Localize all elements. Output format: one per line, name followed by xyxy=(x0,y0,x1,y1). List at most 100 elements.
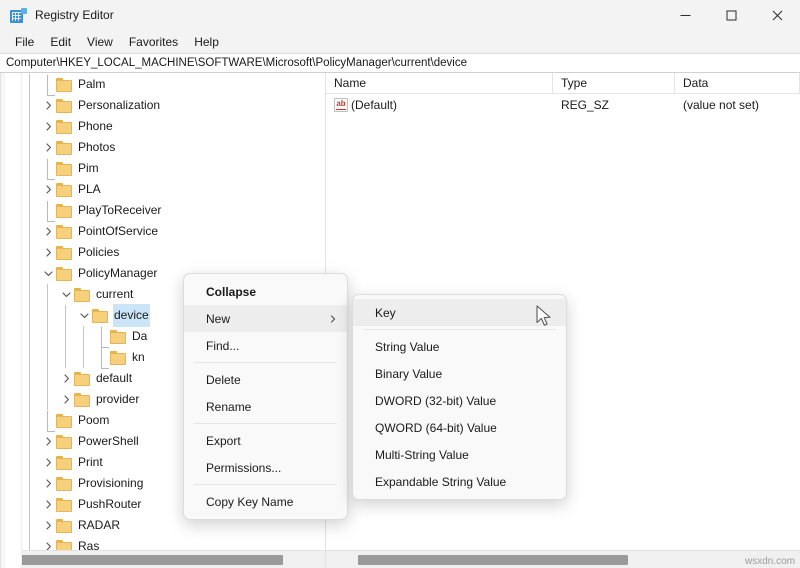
chevron-down-icon[interactable] xyxy=(40,269,56,278)
submenu-item-string-value[interactable]: String Value xyxy=(353,333,566,360)
chevron-right-icon[interactable] xyxy=(40,143,56,152)
close-button[interactable] xyxy=(754,0,800,31)
chevron-right-icon[interactable] xyxy=(40,101,56,110)
menu-favorites[interactable]: Favorites xyxy=(121,32,186,52)
values-scroll-thumb[interactable] xyxy=(358,555,628,565)
tree-scroll-thumb[interactable] xyxy=(18,555,283,565)
tree-item-label: Phone xyxy=(78,119,113,133)
menu-item-label: DWORD (32-bit) Value xyxy=(375,393,497,408)
menu-help[interactable]: Help xyxy=(186,32,227,52)
chevron-right-icon[interactable] xyxy=(40,248,56,257)
chevron-right-icon[interactable] xyxy=(40,542,56,550)
tree-guide-line xyxy=(29,326,30,347)
chevron-right-icon[interactable] xyxy=(40,227,56,236)
submenu-item-multi-string-value[interactable]: Multi-String Value xyxy=(353,441,566,468)
tree-item-pointofservice[interactable]: PointOfService xyxy=(0,221,325,242)
tree-item-label: default xyxy=(96,371,133,385)
tree-item-label: Poom xyxy=(78,413,110,427)
tree-item-playtoreceiver[interactable]: PlayToReceiver xyxy=(0,200,325,222)
submenu-item-expandable-string-value[interactable]: Expandable String Value xyxy=(353,468,566,495)
menu-edit[interactable]: Edit xyxy=(42,32,79,52)
folder-icon xyxy=(56,140,73,155)
values-horizontal-scrollbar[interactable] xyxy=(326,550,800,568)
tree-item-photos[interactable]: Photos xyxy=(0,137,325,158)
chevron-right-icon[interactable] xyxy=(40,479,56,488)
menu-item-label: New xyxy=(206,311,231,326)
chevron-right-icon[interactable] xyxy=(58,395,74,404)
context-menu-item-copy-key-name[interactable]: Copy Key Name xyxy=(184,488,347,515)
menu-item-label: Copy Key Name xyxy=(206,494,294,509)
registry-editor-window: Registry Editor File Edit View Favorites… xyxy=(0,0,800,568)
menu-item-label: String Value xyxy=(375,339,440,354)
string-value-icon: ab xyxy=(334,98,348,112)
tree-guide-line xyxy=(29,200,30,221)
context-menu-item-export[interactable]: Export xyxy=(184,427,347,454)
tree-item-pla[interactable]: PLA xyxy=(0,179,325,200)
chevron-down-icon[interactable] xyxy=(76,311,92,320)
new-submenu[interactable]: Key String Value Binary Value DWORD (32-bit… xyxy=(352,294,567,500)
chevron-down-icon[interactable] xyxy=(58,290,74,299)
column-header-data[interactable]: Data xyxy=(675,72,800,94)
context-menu-item-permissions[interactable]: Permissions... xyxy=(184,454,347,481)
tree-guide-line xyxy=(29,284,30,305)
tree-item-label: Provisioning xyxy=(78,476,144,490)
chevron-right-icon[interactable] xyxy=(40,437,56,446)
folder-icon xyxy=(56,161,73,176)
context-menu-item-collapse[interactable]: Collapse xyxy=(184,278,347,305)
submenu-item-dword-32-bit-value[interactable]: DWORD (32-bit) Value xyxy=(353,387,566,414)
chevron-right-icon[interactable] xyxy=(40,458,56,467)
folder-icon xyxy=(56,455,73,470)
context-menu-item-rename[interactable]: Rename xyxy=(184,393,347,420)
folder-icon xyxy=(56,245,73,260)
menu-item-label: Expandable String Value xyxy=(375,474,507,489)
tree-guide-line xyxy=(47,389,48,410)
tree-guide-line xyxy=(29,116,30,137)
chevron-right-icon[interactable] xyxy=(40,500,56,509)
context-menu-item-new[interactable]: New xyxy=(184,305,347,332)
tree-item-personalization[interactable]: Personalization xyxy=(0,95,325,116)
chevron-right-icon[interactable] xyxy=(40,122,56,131)
menu-file[interactable]: File xyxy=(7,32,42,52)
folder-icon xyxy=(110,350,127,365)
tree-horizontal-scrollbar[interactable] xyxy=(0,550,325,568)
tree-item-palm[interactable]: Palm xyxy=(0,74,325,96)
address-bar[interactable]: Computer\HKEY_LOCAL_MACHINE\SOFTWARE\Mic… xyxy=(0,53,800,73)
menu-view[interactable]: View xyxy=(79,32,121,52)
tree-guide-line xyxy=(29,515,30,536)
column-header-type[interactable]: Type xyxy=(553,72,675,94)
column-header-name[interactable]: Name xyxy=(326,72,553,94)
chevron-right-icon[interactable] xyxy=(40,185,56,194)
tree-item-label: PolicyManager xyxy=(78,266,158,280)
submenu-item-key[interactable]: Key xyxy=(353,299,566,326)
tree-item-phone[interactable]: Phone xyxy=(0,116,325,137)
tree-item-label: kn xyxy=(132,350,145,364)
folder-icon xyxy=(56,182,73,197)
tree-guide-line xyxy=(29,263,30,284)
folder-icon xyxy=(110,329,127,344)
tree-item-policies[interactable]: Policies xyxy=(0,242,325,263)
registry-grid-icon xyxy=(10,7,27,24)
tree-item-pim[interactable]: Pim xyxy=(0,158,325,180)
tree-guide-line xyxy=(29,494,30,515)
tree-guide-line xyxy=(29,536,30,550)
chevron-right-icon[interactable] xyxy=(40,521,56,530)
registry-key-context-menu[interactable]: Collapse New Find... Delete Rename Export Perm… xyxy=(183,273,348,520)
minimize-button[interactable] xyxy=(662,0,708,31)
value-name-text: (Default) xyxy=(351,98,398,112)
menu-separator xyxy=(194,423,337,424)
tree-guide-line xyxy=(29,179,30,200)
menu-separator xyxy=(194,484,337,485)
maximize-button[interactable] xyxy=(708,0,754,31)
chevron-right-icon[interactable] xyxy=(58,374,74,383)
context-menu-item-delete[interactable]: Delete xyxy=(184,366,347,393)
submenu-item-qword-64-bit-value[interactable]: QWORD (64-bit) Value xyxy=(353,414,566,441)
folder-icon xyxy=(74,287,91,302)
tree-item-ras[interactable]: Ras xyxy=(0,536,325,550)
title-bar: Registry Editor xyxy=(0,0,800,31)
folder-icon xyxy=(56,224,73,239)
context-menu-item-find[interactable]: Find... xyxy=(184,332,347,359)
tree-guide-line xyxy=(65,305,66,326)
submenu-item-binary-value[interactable]: Binary Value xyxy=(353,360,566,387)
value-row[interactable]: ab (Default) REG_SZ (value not set) xyxy=(326,94,800,116)
value-data-cell: (value not set) xyxy=(683,98,760,112)
